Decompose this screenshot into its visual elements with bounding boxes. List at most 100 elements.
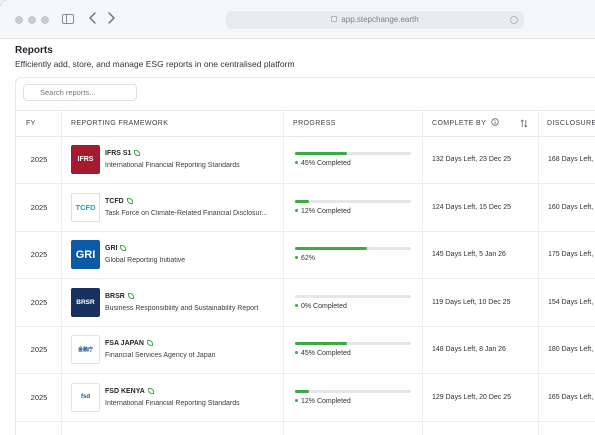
fsd-kenya-logo: fsd [71,382,100,412]
disclosure-cell: 180 Days Left, [548,346,594,353]
framework-code-label: TCFD [105,197,124,205]
disclosure-cell: 160 Days Left, [548,203,594,211]
table-row[interactable]: 2025 金融庁 FSA JAPAN Financial Services Agenc… [16,326,595,374]
header-disclosure[interactable]: DISCLOSURE [547,111,595,136]
complete-by-cell: 124 Days Left, 15 Dec 25 [432,203,511,211]
progress-text: 45% Completed [301,350,351,357]
progress-bar [295,342,411,345]
table-row[interactable]: 2025 fsd FSD KENYA International Financial … [16,374,595,422]
progress-label: 0% Completed [295,303,347,310]
fy-cell: 2025 [30,250,48,259]
table-row[interactable]: 2025 IFRS IFRS S1 International Financial R… [16,136,595,184]
framework-name: Task Force on Climate-Related Financial … [105,209,268,217]
progress-text: 62% [301,255,316,262]
info-icon[interactable] [491,118,500,126]
header-progress[interactable]: PROGRESS [293,111,336,136]
framework-code: FSD KENYA [105,387,154,395]
progress-text: 12% Completed [301,207,351,215]
header-complete-by[interactable]: COMPLETE BY [432,111,500,136]
disclosure-cell: 168 Days Left, [548,156,594,163]
table-row[interactable]: 2025 GRI GRI Global Reporting Initiative 62%… [16,231,595,279]
progress-fill [295,199,309,203]
complete-by-cell: 145 Days Left, 5 Jan 26 [432,251,506,258]
progress-label: 45% Completed [295,350,351,357]
browser-toolbar: app.stepchange.earth [0,0,595,39]
table-header: FY REPORTING FRAMEWORK PROGRESS COMPLETE… [16,110,595,137]
disclosure-cell: 154 Days Left, [548,298,594,306]
progress-dot [295,351,298,354]
framework-code: IFRS S1 [105,150,141,157]
progress-fill [295,389,309,393]
framework-code-label: FSA JAPAN [105,340,144,347]
framework-code: GRI [105,245,127,252]
leaf-icon [126,197,133,204]
framework-name: International Financial Reporting Standa… [105,399,240,407]
reload-icon[interactable] [510,16,518,24]
framework-code: FSA JAPAN [105,340,153,347]
framework-code-label: IFRS S1 [105,150,132,157]
lock-icon [331,16,338,22]
close-window-dot[interactable] [15,16,23,24]
progress-dot [295,161,298,164]
address-bar[interactable]: app.stepchange.earth [226,11,524,29]
header-complete-by-label: COMPLETE BY [432,120,487,127]
framework-name: Business Responsibility and Sustainabili… [105,304,259,312]
sidebar-toggle-icon[interactable] [62,14,74,24]
sort-icon[interactable] [520,119,528,128]
complete-by-cell: 148 Days Left, 8 Jan 26 [432,346,506,353]
progress-bar [295,294,411,298]
url-text: app.stepchange.earth [341,15,419,24]
progress-fill [295,247,367,250]
progress-fill [295,342,348,345]
complete-by-cell: 119 Days Left, 10 Dec 25 [432,298,511,306]
framework-code-label: BRSR [105,292,125,300]
search-input[interactable] [23,84,137,101]
disclosure-cell: 175 Days Left, [548,251,594,258]
fy-cell: 2025 [30,202,48,212]
fy-cell: 2025 [30,297,48,307]
framework-name: Global Reporting Initiative [105,257,186,264]
progress-label: 12% Completed [295,398,351,405]
table-row[interactable]: 2025 BRSR BRSR Business Responsibility and … [16,279,595,327]
page-title: Reports [15,45,53,56]
progress-dot [295,208,298,212]
progress-text: 45% Completed [301,160,351,167]
progress-dot [295,303,298,307]
complete-by-cell: 129 Days Left, 20 Dec 25 [432,393,511,401]
progress-bar [295,247,411,250]
page-subtitle: Efficiently add, store, and manage ESG r… [15,59,295,69]
framework-code: TCFD [105,197,133,205]
tcfd-logo: TCFD [71,192,100,222]
ifrs-logo: IFRS [71,145,100,174]
progress-dot [295,398,298,402]
progress-text: 12% Completed [301,397,351,405]
fy-cell: 2025 [30,345,48,354]
brsr-logo: BRSR [71,287,100,317]
browser-window: app.stepchange.earth Reports Efficiently… [0,0,595,435]
header-fy[interactable]: FY [26,111,36,136]
progress-bar [295,199,411,203]
framework-code: BRSR [105,292,134,300]
complete-by-cell: 132 Days Left, 23 Dec 25 [432,156,511,163]
gri-logo: GRI [71,240,100,269]
zoom-window-dot[interactable] [41,16,49,24]
leaf-icon [127,292,134,299]
header-framework[interactable]: REPORTING FRAMEWORK [71,111,168,136]
leaf-icon [147,387,154,394]
minimize-window-dot[interactable] [28,16,36,24]
framework-name: International Financial Reporting Standa… [105,162,240,169]
leaf-icon [146,340,153,346]
progress-label: 45% Completed [295,160,351,167]
leaf-icon [134,150,141,156]
forward-arrow-icon[interactable] [104,10,118,26]
disclosure-cell: 165 Days Left, [548,393,594,401]
progress-text: 0% Completed [301,302,347,310]
progress-bar [295,152,411,155]
fy-cell: 2025 [30,155,48,164]
progress-fill [295,152,348,155]
table-row[interactable]: 2025 TCFD TCFD Task Force on Climate-Relate… [16,184,595,232]
framework-name: Financial Services Agency of Japan [105,352,216,359]
progress-label: 62% [295,255,315,262]
back-arrow-icon[interactable] [86,10,100,26]
fsa-japan-logo: 金融庁 [71,335,100,364]
